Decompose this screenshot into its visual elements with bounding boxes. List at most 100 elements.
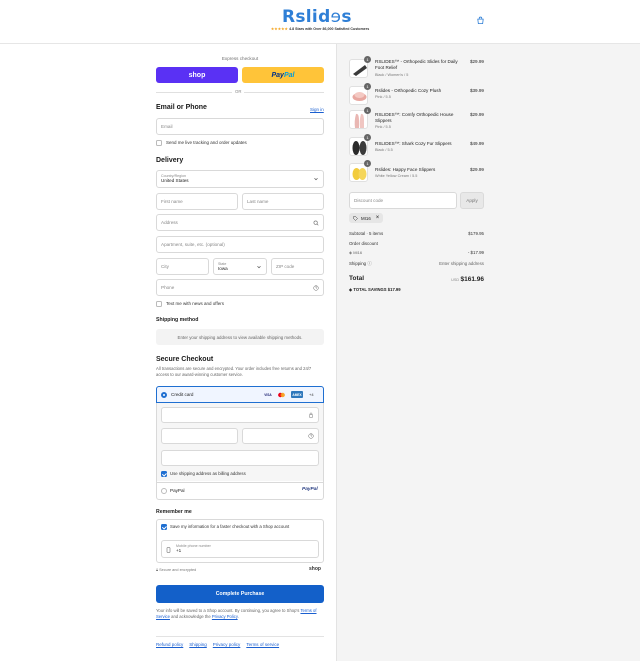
mobile-phone-field[interactable]: Mobile phone number +1 [161,540,319,558]
shop-pay-button[interactable]: shop [156,67,238,83]
quantity-badge: 1 [364,83,371,90]
save-info-checkbox[interactable] [161,524,167,530]
product-variant: Black / 5.5 [375,148,393,152]
express-checkout-label: Express checkout [221,56,259,61]
refund-policy-link[interactable]: Refund policy [156,642,183,647]
apply-discount-button[interactable]: Apply [460,192,484,209]
offers-checkbox[interactable] [156,301,162,307]
remove-discount-icon[interactable]: × [376,215,380,221]
secure-note: 🔒︎ Secure and encrypted [156,568,197,572]
help-circle-icon[interactable] [308,433,314,439]
site-header: Rslidɘs ★★★★★ 4.8 Stars with Over 86,000… [0,0,640,44]
terms-of-service-footer-link[interactable]: Terms of service [246,642,279,647]
product-price: $29.99 [469,112,484,117]
subtotal-value: $179.95 [468,231,484,236]
product-variant: Black / Women's / 5 [375,73,409,77]
offers-label: Text me with news and offers [166,301,224,306]
help-circle-icon[interactable] [313,284,319,291]
phone-field[interactable]: Phone [156,279,324,296]
shop-terms-note: Your info will be saved to a Shop accoun… [156,608,317,619]
product-price: $49.99 [469,141,484,146]
name-on-card-field[interactable] [161,450,319,466]
first-name-field[interactable]: First name [156,193,238,210]
city-field[interactable]: City [156,258,209,275]
product-variant: White Yellow Cream / 5.5 [375,174,418,178]
complete-purchase-button[interactable]: Complete Purchase [156,585,324,603]
lock-icon [309,412,313,418]
payment-divider [157,482,323,483]
product-price: $39.99 [469,88,484,93]
shipping-method-message: Enter your shipping address to view avai… [156,329,324,345]
amex-icon: AMEX [291,391,303,398]
card-number-field[interactable] [161,407,319,423]
last-name-field[interactable]: Last name [242,193,324,210]
chevron-down-icon [257,265,261,268]
zip-field[interactable]: ZIP code [271,258,324,275]
tag-icon [353,215,358,221]
card-expiry-field[interactable] [161,428,238,444]
paypal-option-label[interactable]: PayPal [170,488,185,493]
paypal-express-button[interactable]: Pay Pal [242,67,324,83]
tracking-checkbox[interactable] [156,140,162,146]
card-cvv-field[interactable] [242,428,319,444]
address-field[interactable]: Address [156,214,324,231]
order-summary-column [336,44,640,661]
apartment-field[interactable]: Apartment, suite, etc. (optional) [156,236,324,253]
shopping-bag-icon[interactable] [476,16,485,25]
footer-links: Refund policy Shipping Privacy policy Te… [156,642,279,647]
total-label: Total [349,275,365,282]
order-discount-label: Order discount [349,241,378,246]
brand-logo[interactable]: Rslidɘs [282,7,352,27]
mastercard-icon [277,392,286,398]
quantity-badge: 1 [364,160,371,167]
remember-heading: Remember me [156,509,192,515]
country-select[interactable]: Country/Region United States [156,170,324,188]
email-field[interactable]: Email [156,118,324,135]
quantity-badge: 1 [364,107,371,114]
save-info-label: Save my information for a faster checkou… [170,524,290,529]
chevron-down-icon [314,178,318,181]
discount-value: - $17.99 [467,250,484,255]
paypal-radio[interactable] [161,488,167,494]
billing-address-label: Use shipping address as billing address [170,471,246,476]
product-price: $29.99 [469,167,484,172]
credit-card-radio[interactable] [161,392,167,398]
sign-in-link[interactable]: Sign in [310,107,324,112]
or-label: OR [232,89,245,94]
privacy-policy-footer-link[interactable]: Privacy policy [213,642,241,647]
shipping-link[interactable]: Shipping [189,642,207,647]
star-rating-icon: ★★★★★ [271,27,289,31]
tracking-label: Send me live tracking and order updates [166,140,247,145]
more-cards-label: +4 [309,392,314,397]
rating-tagline: ★★★★★ 4.8 Stars with Over 86,000 Satisfi… [271,27,370,31]
total-savings: ◈ TOTAL SAVINGS $17.99 [349,287,401,292]
privacy-policy-link[interactable]: Privacy Policy [212,614,238,619]
lock-icon: 🔒︎ [156,568,159,572]
state-select[interactable]: State Iowa [213,258,267,275]
help-circle-icon[interactable]: ⓘ [367,261,371,266]
shipping-method-heading: Shipping method [156,317,199,323]
product-price: $29.99 [469,59,484,64]
search-icon [313,220,319,226]
total-value: $161.96 [460,276,485,283]
quantity-badge: 1 [364,56,371,63]
subtotal-label: Subtotal · 5 items [349,231,384,236]
delivery-heading: Delivery [156,157,184,164]
billing-address-checkbox[interactable] [161,471,167,477]
product-variant: Pink / 5.5 [375,95,391,99]
phone-icon [166,547,171,553]
shop-logo: shop [309,566,321,572]
payment-description: All transactions are secure and encrypte… [156,366,312,377]
payment-heading: Secure Checkout [156,356,214,363]
credit-card-option[interactable]: Credit card VISA AMEX +4 [156,386,324,403]
discount-code-line: ◈ MI16 [349,250,363,255]
shipping-label: Shipping ⓘ [349,261,372,266]
tag-icon: ◈ [349,287,353,292]
shipping-value: Enter shipping address [439,261,484,266]
credit-card-label: Credit card [171,392,194,397]
quantity-badge: 1 [364,134,371,141]
contact-heading: Email or Phone [156,104,207,111]
discount-code-field[interactable]: Discount code [349,192,457,209]
visa-icon: VISA [264,393,272,397]
currency-code: USD [451,278,460,282]
